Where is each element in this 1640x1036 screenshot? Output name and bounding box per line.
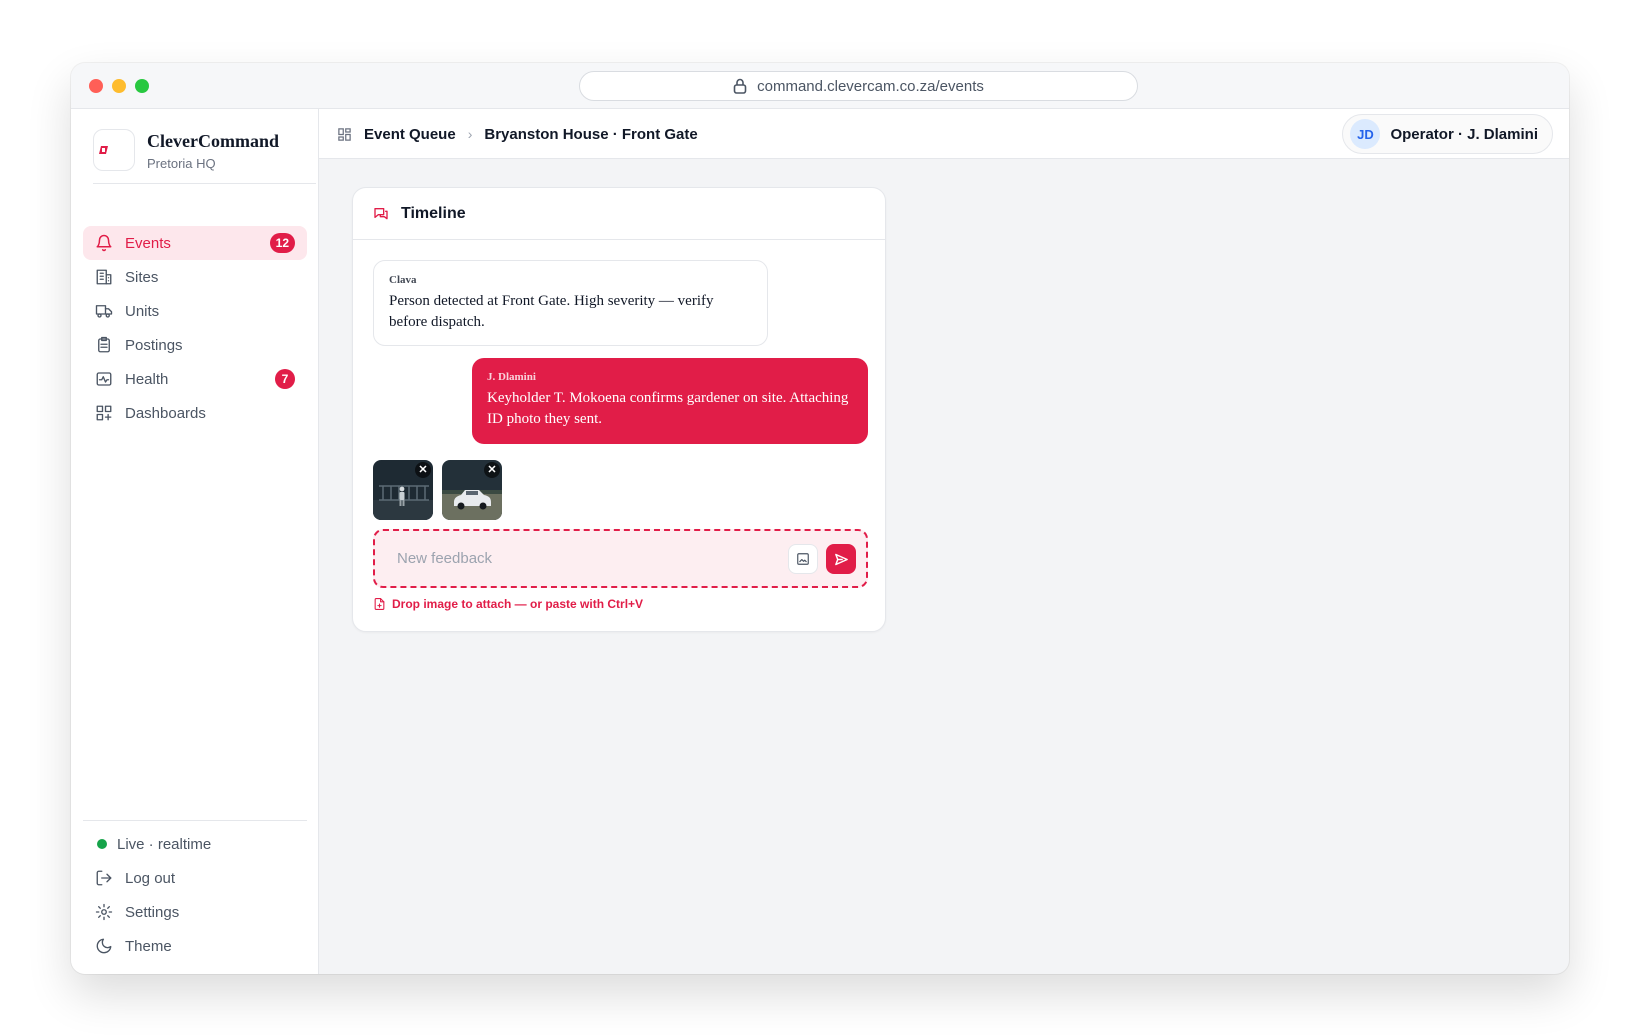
sidebar-item-label: Events bbox=[125, 234, 171, 252]
theme-button[interactable]: Theme bbox=[83, 929, 307, 963]
chevron-right-icon: › bbox=[467, 126, 473, 142]
brand-block: CleverCommand Pretoria HQ bbox=[93, 129, 316, 184]
lock-icon bbox=[733, 78, 747, 94]
minimize-window-button[interactable] bbox=[112, 79, 126, 93]
breadcrumb-event-queue[interactable]: Event Queue bbox=[364, 126, 456, 143]
clipboard-icon bbox=[98, 336, 110, 353]
sidebar-item-health[interactable]: Health 7 bbox=[83, 362, 307, 396]
truck-icon bbox=[95, 305, 113, 318]
pulse-icon bbox=[96, 372, 112, 386]
logout-label: Log out bbox=[125, 869, 176, 887]
remove-attachment-button[interactable]: ✕ bbox=[484, 462, 500, 478]
logout-icon bbox=[96, 870, 112, 886]
top-bar: Event Queue › Bryanston House · Front Ga… bbox=[319, 109, 1569, 159]
sidebar-item-events[interactable]: Events 12 bbox=[83, 226, 307, 260]
building-icon bbox=[96, 269, 112, 285]
operator-chip[interactable]: JD Operator · J. Dlamini bbox=[1342, 114, 1553, 154]
attachment-thumbnail[interactable]: ✕ bbox=[373, 460, 433, 520]
brand-name: CleverCommand bbox=[147, 131, 279, 151]
events-count-badge: 12 bbox=[269, 233, 295, 253]
brand-logo bbox=[93, 129, 135, 171]
sidebar-item-label: Dashboards bbox=[125, 404, 206, 422]
gear-icon bbox=[95, 903, 113, 921]
attach-image-button[interactable] bbox=[788, 544, 818, 574]
feedback-input[interactable] bbox=[387, 543, 777, 574]
sidebar-item-units[interactable]: Units bbox=[83, 294, 307, 328]
file-plus-icon bbox=[374, 598, 385, 610]
address-bar[interactable]: command.clevercam.co.za/events bbox=[579, 71, 1138, 101]
remove-attachment-button[interactable]: ✕ bbox=[415, 462, 431, 478]
breadcrumb: Event Queue › Bryanston House · Front Ga… bbox=[337, 109, 698, 159]
image-icon bbox=[797, 553, 809, 565]
chat-icon bbox=[374, 207, 388, 219]
live-status: Live · realtime bbox=[83, 827, 307, 861]
sidebar-item-label: Sites bbox=[125, 268, 159, 286]
message-bubble-outgoing: J. Dlamini Keyholder T. Mokoena confirms… bbox=[472, 358, 868, 444]
message-text: Person detected at Front Gate. High seve… bbox=[389, 293, 714, 330]
maximize-window-button[interactable] bbox=[135, 79, 149, 93]
health-count-badge: 7 bbox=[275, 369, 295, 389]
grid-plus-icon bbox=[96, 405, 112, 421]
bell-icon bbox=[96, 234, 112, 252]
live-status-dot bbox=[97, 839, 107, 849]
attachment-thumbnail[interactable]: ✕ bbox=[442, 460, 502, 520]
theme-label: Theme bbox=[125, 937, 172, 955]
queue-icon bbox=[338, 127, 351, 141]
message-text: Keyholder T. Mokoena confirms gardener o… bbox=[487, 390, 849, 427]
sidebar-divider bbox=[83, 820, 307, 821]
timeline-title: Timeline bbox=[401, 204, 466, 222]
browser-window: command.clevercam.co.za/events CleverCom… bbox=[71, 63, 1569, 974]
send-button[interactable] bbox=[826, 544, 856, 574]
sidebar-item-label: Postings bbox=[125, 336, 183, 354]
logout-button[interactable]: Log out bbox=[83, 861, 307, 895]
sidebar-item-postings[interactable]: Postings bbox=[83, 328, 307, 362]
sidebar-item-label: Health bbox=[125, 370, 169, 388]
feedback-composer bbox=[373, 529, 868, 588]
attach-hint-text: Drop image to attach — or paste with Ctr… bbox=[392, 597, 644, 611]
message-author: Clava bbox=[389, 274, 417, 286]
timeline-card: Timeline Clava Person detected at Front … bbox=[352, 187, 886, 632]
browser-titlebar: command.clevercam.co.za/events bbox=[71, 63, 1569, 109]
brand-subtitle: Pretoria HQ bbox=[147, 156, 216, 171]
message-author: J. Dlamini bbox=[487, 371, 536, 383]
sidebar-item-dashboards[interactable]: Dashboards bbox=[83, 396, 307, 430]
operator-label: Operator · J. Dlamini bbox=[1390, 125, 1538, 143]
sidebar-item-sites[interactable]: Sites bbox=[83, 260, 307, 294]
url-text: command.clevercam.co.za/events bbox=[757, 77, 984, 95]
attach-hint: Drop image to attach — or paste with Ctr… bbox=[373, 597, 643, 611]
sidebar: CleverCommand Pretoria HQ Events 12 Site… bbox=[71, 109, 319, 974]
breadcrumb-current-site: Bryanston House · Front Gate bbox=[484, 125, 698, 143]
settings-button[interactable]: Settings bbox=[83, 895, 307, 929]
settings-label: Settings bbox=[125, 903, 180, 921]
send-icon bbox=[834, 553, 848, 565]
message-bubble-incoming: Clava Person detected at Front Gate. Hig… bbox=[373, 260, 768, 346]
timeline-header: Timeline bbox=[353, 188, 885, 240]
close-window-button[interactable] bbox=[89, 79, 103, 93]
sidebar-item-label: Units bbox=[125, 302, 160, 320]
live-status-label: Live · realtime bbox=[117, 835, 212, 853]
avatar: JD bbox=[1350, 119, 1381, 149]
moon-icon bbox=[96, 938, 112, 954]
